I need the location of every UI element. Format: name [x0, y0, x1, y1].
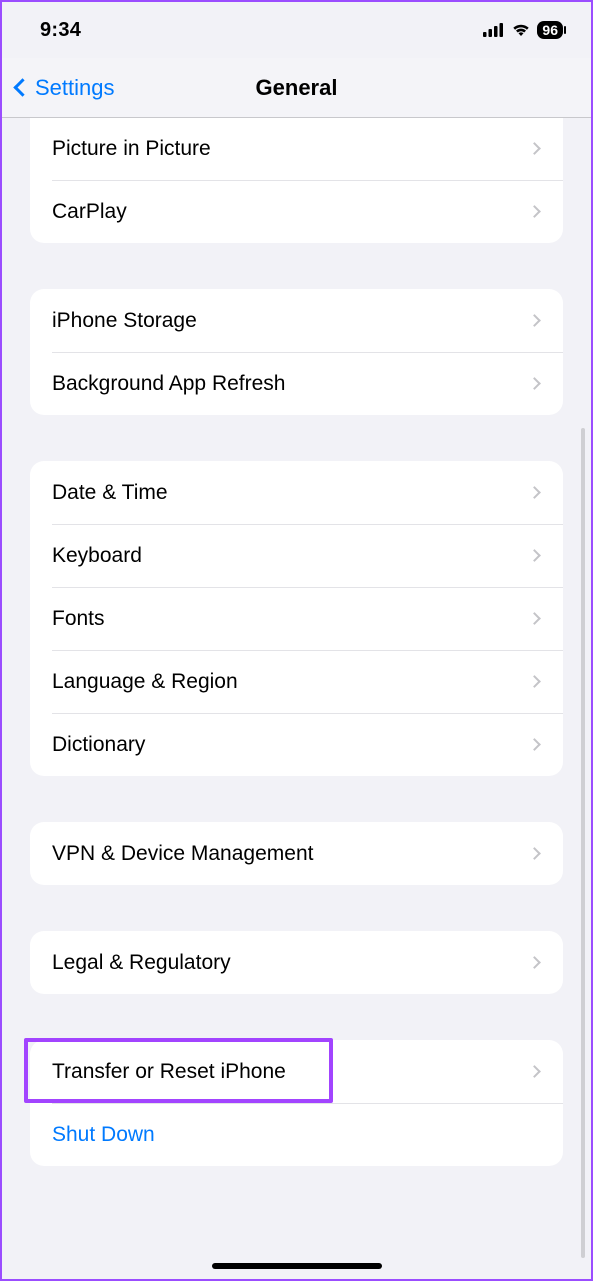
row-transfer-reset[interactable]: Transfer or Reset iPhone	[30, 1040, 563, 1103]
back-label: Settings	[35, 75, 115, 101]
nav-bar: Settings General	[2, 58, 591, 118]
row-dictionary[interactable]: Dictionary	[30, 713, 563, 776]
row-fonts[interactable]: Fonts	[30, 587, 563, 650]
chevron-right-icon	[528, 205, 541, 218]
row-label: Language & Region	[52, 670, 530, 694]
wifi-icon	[511, 23, 531, 37]
home-indicator[interactable]	[212, 1263, 382, 1269]
status-time: 9:34	[40, 19, 81, 42]
chevron-right-icon	[528, 549, 541, 562]
chevron-right-icon	[528, 956, 541, 969]
chevron-right-icon	[528, 612, 541, 625]
chevron-right-icon	[528, 675, 541, 688]
row-language-region[interactable]: Language & Region	[30, 650, 563, 713]
settings-group-vpn: VPN & Device Management	[30, 822, 563, 885]
row-label: Shut Down	[52, 1123, 543, 1147]
settings-group-reset: Transfer or Reset iPhone Shut Down	[30, 1040, 563, 1166]
row-label: Legal & Regulatory	[52, 951, 530, 975]
settings-group-storage: iPhone Storage Background App Refresh	[30, 289, 563, 415]
settings-group-pip: Picture in Picture CarPlay	[30, 118, 563, 243]
row-label: Dictionary	[52, 733, 530, 757]
row-label: iPhone Storage	[52, 309, 530, 333]
chevron-right-icon	[528, 314, 541, 327]
cellular-signal-icon	[483, 23, 505, 37]
row-label: Picture in Picture	[52, 137, 530, 161]
row-vpn-device-management[interactable]: VPN & Device Management	[30, 822, 563, 885]
row-shut-down[interactable]: Shut Down	[30, 1103, 563, 1166]
chevron-right-icon	[528, 738, 541, 751]
row-label: Background App Refresh	[52, 372, 530, 396]
page-title: General	[256, 75, 338, 101]
chevron-left-icon	[13, 78, 31, 96]
row-label: CarPlay	[52, 200, 530, 224]
chevron-right-icon	[528, 1065, 541, 1078]
row-carplay[interactable]: CarPlay	[30, 180, 563, 243]
settings-group-legal: Legal & Regulatory	[30, 931, 563, 994]
row-label: VPN & Device Management	[52, 842, 530, 866]
chevron-right-icon	[528, 377, 541, 390]
row-picture-in-picture[interactable]: Picture in Picture	[30, 118, 563, 180]
status-bar: 9:34 96	[2, 2, 591, 58]
chevron-right-icon	[528, 142, 541, 155]
chevron-right-icon	[528, 847, 541, 860]
row-label: Keyboard	[52, 544, 530, 568]
settings-group-datetime: Date & Time Keyboard Fonts Language & Regio…	[30, 461, 563, 776]
row-label: Transfer or Reset iPhone	[52, 1060, 530, 1084]
row-label: Date & Time	[52, 481, 530, 505]
scrollbar[interactable]	[581, 428, 585, 1258]
row-iphone-storage[interactable]: iPhone Storage	[30, 289, 563, 352]
row-background-app-refresh[interactable]: Background App Refresh	[30, 352, 563, 415]
row-keyboard[interactable]: Keyboard	[30, 524, 563, 587]
status-right: 96	[483, 21, 563, 39]
battery-icon: 96	[537, 21, 563, 39]
row-label: Fonts	[52, 607, 530, 631]
row-legal-regulatory[interactable]: Legal & Regulatory	[30, 931, 563, 994]
chevron-right-icon	[528, 486, 541, 499]
back-button[interactable]: Settings	[16, 75, 115, 101]
row-date-time[interactable]: Date & Time	[30, 461, 563, 524]
